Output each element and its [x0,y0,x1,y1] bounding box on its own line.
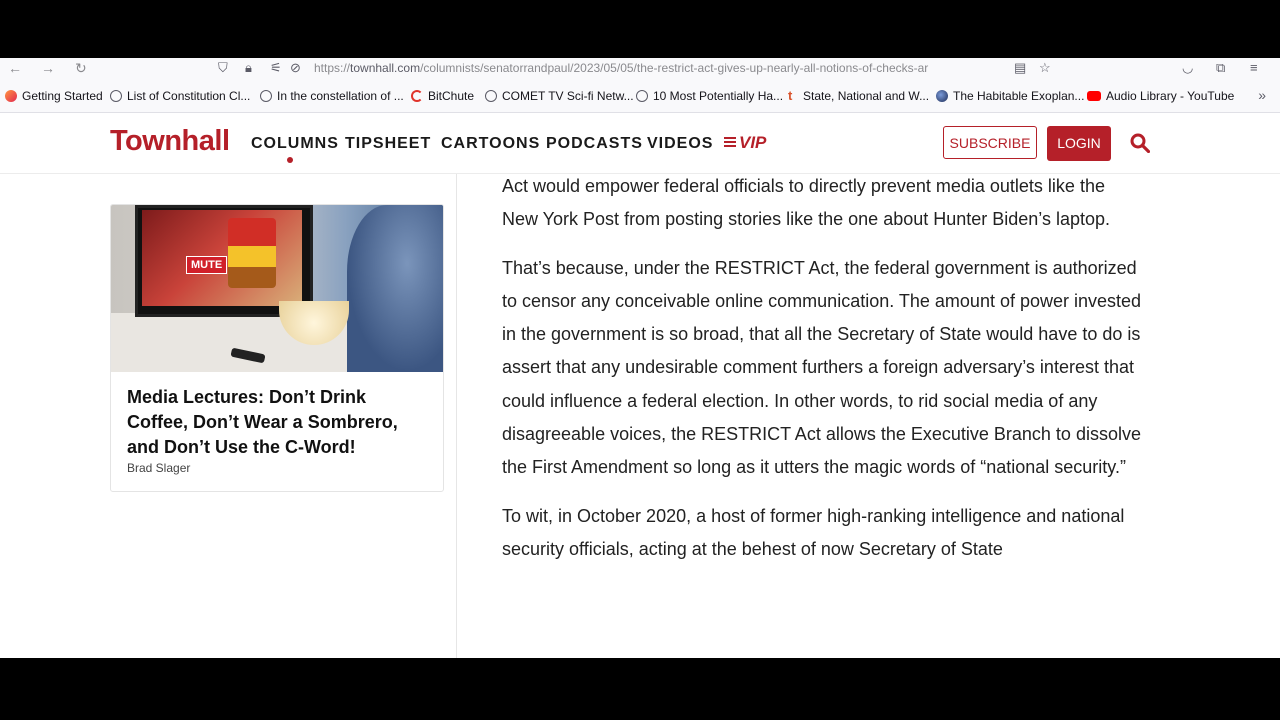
bookmark-constitution[interactable]: List of Constitution Cl... [110,88,250,104]
nav-columns[interactable]: COLUMNS [251,135,339,153]
letterbox-bottom [0,658,1280,720]
nav-cartoons[interactable]: CARTOONS [441,135,540,153]
nav-tipsheet[interactable]: TIPSHEET [345,135,431,153]
card-author[interactable]: Brad Slager [127,461,190,475]
related-article-card[interactable]: MUTE Media Lectures: Don’t Drink Coffee,… [110,204,444,492]
address-bar: ← → ↻ ⛉ 🔒︎ ⚟ ⊘ https://townhall.com/colu… [0,58,1280,80]
globe-icon [485,90,497,102]
active-nav-indicator [287,157,293,163]
bookmark-getting-started[interactable]: Getting Started [5,88,103,104]
extensions-icon[interactable]: ⧉ [1216,60,1225,76]
column-divider [456,174,457,658]
bookmark-comet-tv[interactable]: COMET TV Sci-fi Netw... [485,88,634,104]
mute-badge: MUTE [186,256,228,274]
url-field[interactable]: https://townhall.com/columnists/senatorr… [314,61,1004,75]
bookmark-audio-library[interactable]: Audio Library - YouTube [1087,88,1234,104]
youtube-icon [1087,91,1101,101]
townhall-t-icon: t [788,88,793,103]
globe-icon [110,90,122,102]
back-icon[interactable]: ← [8,59,22,77]
nav-videos[interactable]: VIDEOS [647,135,713,153]
planet-icon [936,90,948,102]
card-title[interactable]: Media Lectures: Don’t Drink Coffee, Don’… [127,385,427,460]
site-header: Townhall COLUMNS TIPSHEET CARTOONS PODCA… [0,113,1280,174]
nav-vip[interactable]: VIP [724,133,766,153]
login-button[interactable]: LOGIN [1047,126,1111,161]
flag-icon [724,137,736,147]
permissions-icon[interactable]: ⚟ [270,60,282,76]
nav-podcasts[interactable]: PODCASTS [546,135,643,153]
blocked-icon[interactable]: ⊘ [290,60,301,76]
bookmark-constellation[interactable]: In the constellation of ... [260,88,404,104]
bookmark-habitable-exoplanets[interactable]: The Habitable Exoplan... [936,88,1084,104]
pocket-icon[interactable]: ◡ [1182,60,1193,76]
bookmark-potentially-habitable[interactable]: 10 Most Potentially Ha... [636,88,783,104]
card-thumbnail[interactable]: MUTE [111,205,443,372]
bookmark-bitchute[interactable]: BitChute [411,88,474,104]
globe-icon [260,90,272,102]
coffee-cup-image [228,218,276,288]
bookmark-star-icon[interactable]: ☆ [1039,60,1051,76]
article-paragraph: Act would empower federal officials to d… [502,176,1111,230]
forward-icon[interactable]: → [41,59,55,77]
article-paragraph: To wit, in October 2020, a host of forme… [502,505,1125,559]
vip-label: VIP [739,133,767,152]
chevron-more-icon[interactable]: » [1258,87,1266,103]
site-logo[interactable]: Townhall [110,125,230,158]
tv-screen: MUTE [142,210,302,306]
reload-icon[interactable]: ↻ [75,59,87,77]
search-icon[interactable] [1130,133,1150,153]
article-paragraph: That’s because, under the RESTRICT Act, … [502,257,1142,478]
menu-icon[interactable]: ≡ [1250,60,1258,76]
subscribe-button[interactable]: SUBSCRIBE [943,126,1037,159]
bitchute-icon [411,90,423,102]
person-image [347,205,443,372]
shield-icon[interactable]: ⛉ [218,60,228,76]
browser-window: ← → ↻ ⛉ 🔒︎ ⚟ ⊘ https://townhall.com/colu… [0,58,1280,658]
firefox-icon [5,90,17,102]
bookmark-state-national[interactable]: t State, National and W... [788,88,929,104]
globe-icon [636,90,648,102]
letterbox-top [0,0,1280,58]
lock-icon[interactable]: 🔒︎ [245,60,252,76]
reader-view-icon[interactable]: ▤ [1014,60,1026,76]
article-body: Act would empower federal officials to d… [502,170,1142,581]
bookmarks-toolbar: Getting Started List of Constitution Cl.… [0,80,1280,113]
